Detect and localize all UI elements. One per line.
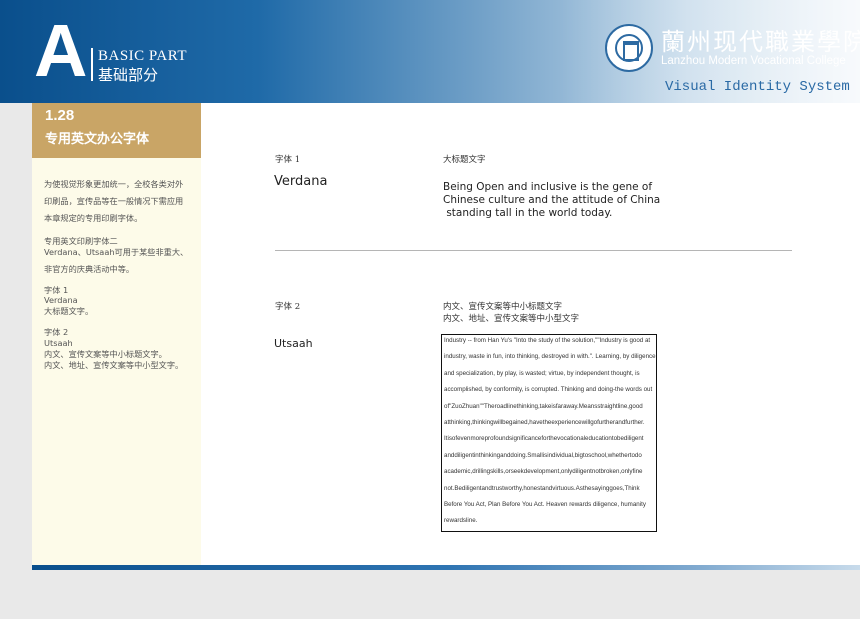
- font2-sample-line: accomplished, by conformity, is corrupte…: [444, 386, 653, 394]
- font1-sample-line: standing tall in the world today.: [443, 207, 613, 219]
- system-title: Visual Identity System: [665, 79, 850, 95]
- font2-sample-line: academic,drillingskills,orseekdevelopmen…: [444, 468, 643, 476]
- sidebar-text-line: 内文、宣传文案等中小标题文字。: [44, 349, 167, 359]
- section-divider: [275, 250, 792, 251]
- font2-sample-line: rewardsline.: [444, 517, 478, 525]
- font2-sample-box: Industry -- from Han Yu's "Into the stud…: [441, 334, 657, 532]
- sidebar-text-line: 为使视觉形象更加统一，全校各类对外: [44, 179, 184, 189]
- part-letter: A: [34, 9, 88, 92]
- school-name-cn: 蘭州现代職業學院: [661, 28, 860, 56]
- sidebar-text-line: 本章规定的专用印刷字体。: [44, 213, 143, 223]
- font2-name: Utsaah: [274, 337, 313, 350]
- font1-usage: 大标题文字: [443, 155, 486, 165]
- sidebar-text-line: 印刷品，宣传品等在一般情况下需应用: [44, 196, 184, 206]
- sidebar-text-line: Verdana、Utsaah可用于某些非重大、: [44, 247, 189, 257]
- sidebar-text-line: Verdana: [44, 295, 78, 305]
- font2-usage-line: 内文、地址、宣传文案等中小型文字: [443, 314, 580, 324]
- part-title-en: BASIC PART: [98, 48, 187, 64]
- sidebar-text-line: 字体 2: [44, 327, 69, 337]
- font2-sample-line: Industry -- from Han Yu's "Into the stud…: [444, 337, 651, 344]
- font2-usage-line: 内文、宣传文案等中小标题文字: [443, 302, 563, 312]
- section-title: 专用英文办公字体: [45, 132, 150, 147]
- font2-sample-line: anddiligentinthinkinganddoing.Smallisind…: [444, 451, 642, 459]
- school-name-en: Lanzhou Modern Vocational College: [661, 55, 846, 67]
- header-divider: [91, 48, 93, 81]
- sidebar-text-line: 内文、地址、宣传文案等中小型文字。: [44, 360, 184, 370]
- font2-sample-line: industry, waste in fun, into thinking, d…: [444, 353, 656, 361]
- sidebar-text-line: 非官方的庆典活动中等。: [44, 264, 135, 274]
- font2-sample-line: and specialization, by play, is wasted; …: [444, 369, 640, 377]
- part-title-cn: 基础部分: [98, 66, 159, 84]
- left-margin: [0, 103, 32, 565]
- font1-label: 字体 1: [275, 155, 301, 165]
- footer-margin: [0, 570, 860, 619]
- sidebar-text-line: 字体 1: [44, 285, 69, 295]
- sidebar-text-line: 大标题文字。: [44, 306, 94, 316]
- font1-sample: Being Open and inclusive is the gene of …: [443, 181, 683, 220]
- font1-sample-line: Being Open and inclusive is the gene of: [443, 181, 653, 193]
- font2-sample-line: of"ZuoZhuan""Theroadlinethinking,takeisf…: [444, 402, 643, 410]
- section-number: 1.28: [45, 107, 75, 124]
- font2-sample-line: not.Bediligentandtrustworthy,honestandvi…: [444, 484, 640, 492]
- font1-sample-line: Chinese culture and the attitude of Chin…: [443, 194, 661, 206]
- font2-sample-line: Itisofevenmoreprofoundsignificanceforthe…: [444, 435, 644, 443]
- school-seal-icon: [605, 24, 653, 72]
- font2-sample-line: atthinking,thinkingwillbegained,havethee…: [444, 418, 645, 426]
- font1-name: Verdana: [274, 174, 328, 189]
- font2-sample-line: Before You Act, Plan Before You Act. Hea…: [444, 500, 646, 508]
- sidebar-text-line: Utsaah: [44, 338, 73, 348]
- font2-label: 字体 2: [275, 302, 301, 312]
